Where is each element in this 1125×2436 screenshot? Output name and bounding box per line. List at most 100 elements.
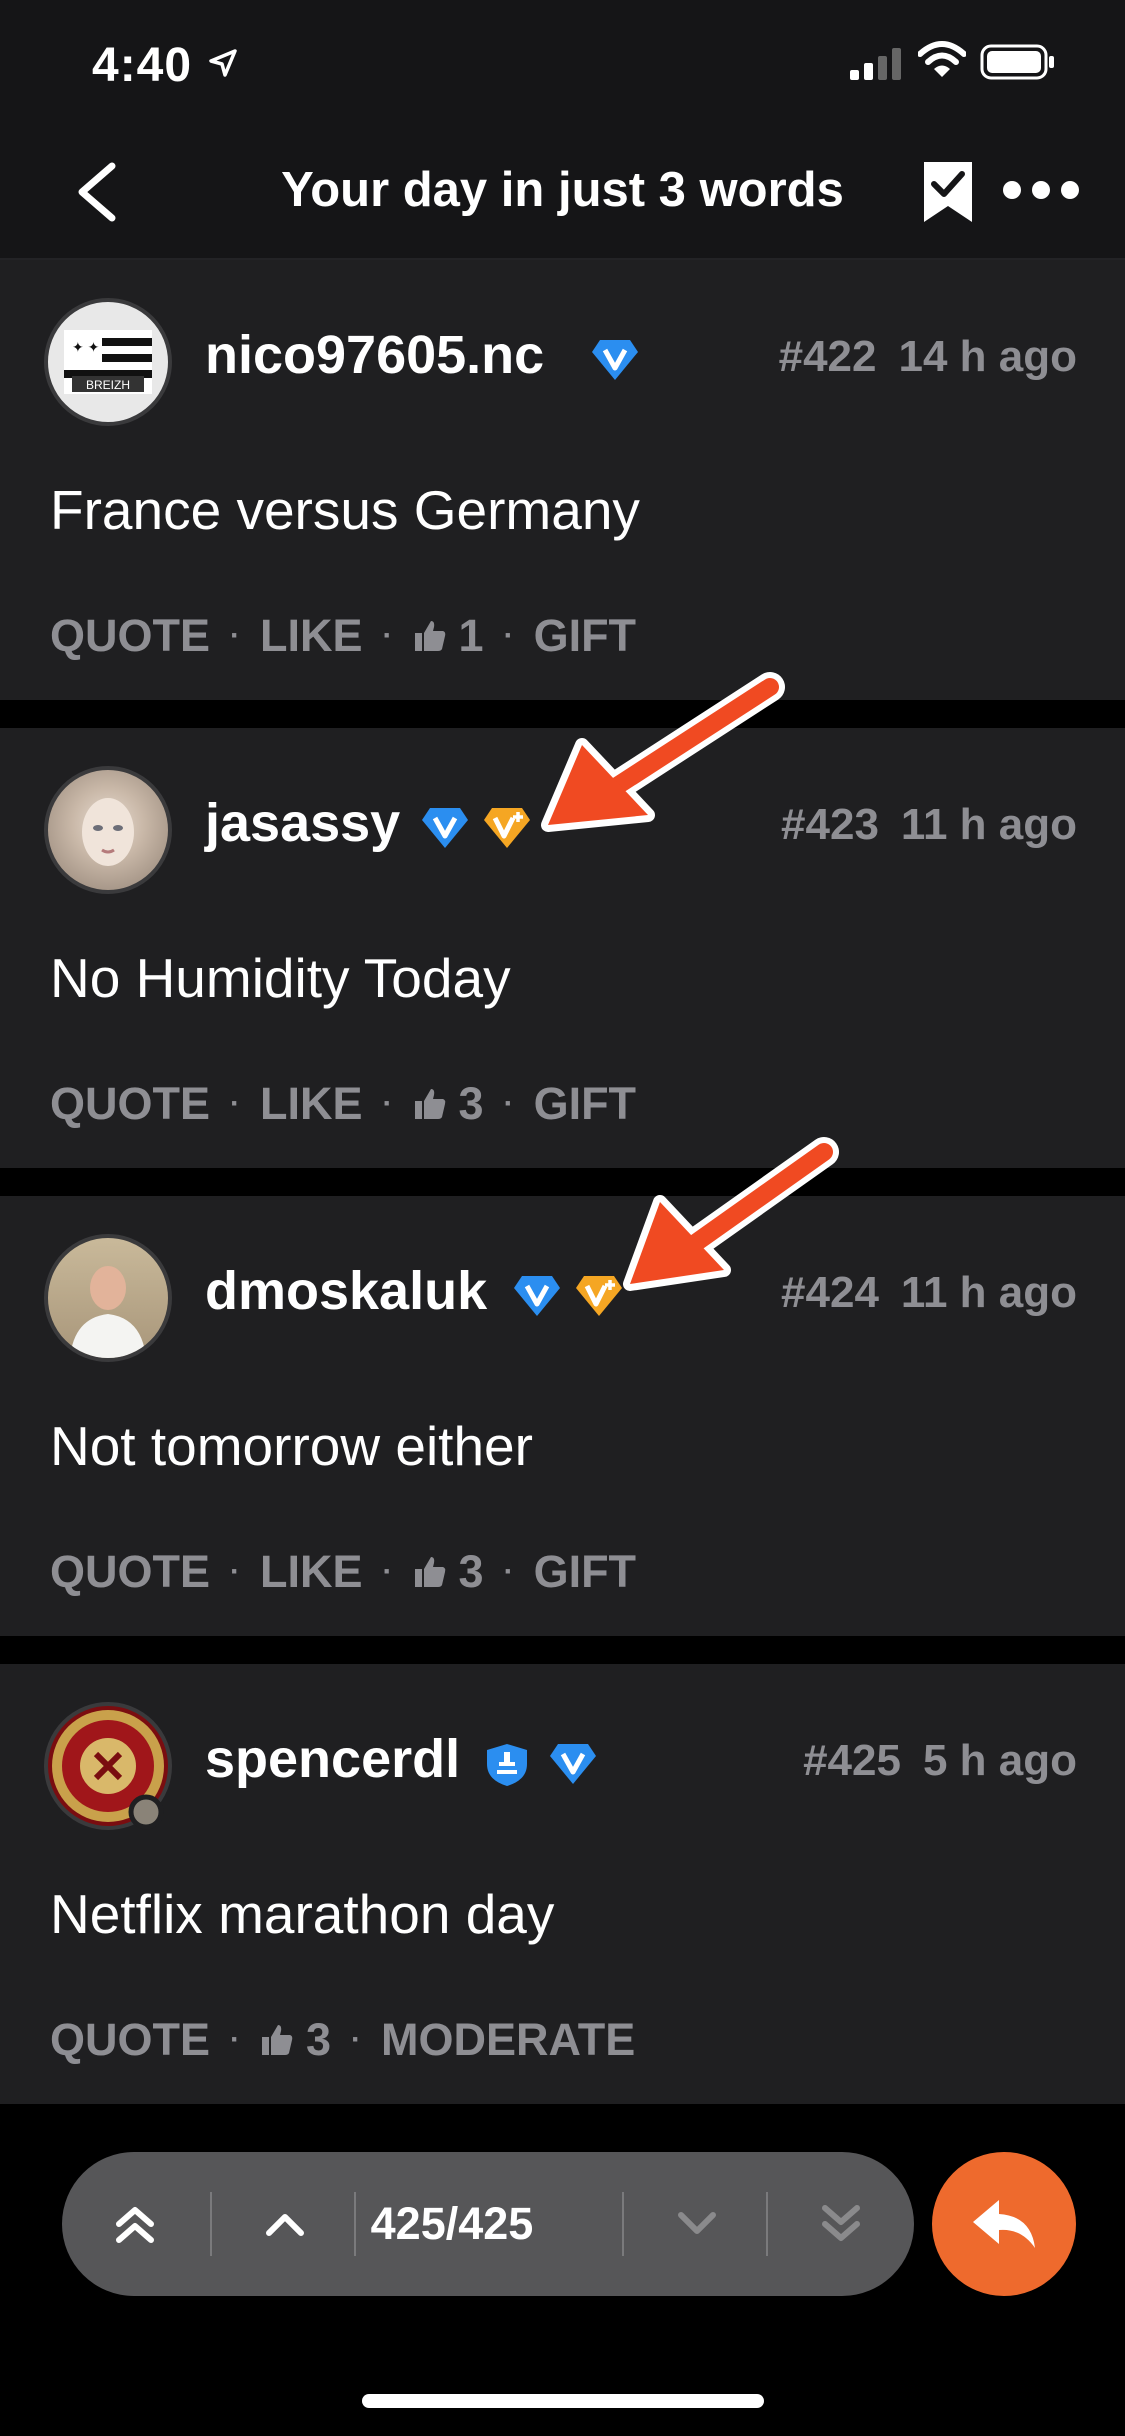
- thumbs-up-icon: [414, 1557, 445, 1587]
- post-content: Not tomorrow either: [50, 1415, 533, 1477]
- thumbs-up-icon: [414, 1089, 445, 1119]
- avatar[interactable]: ✦ ✦ BREIZH: [44, 298, 172, 426]
- separator-dot: ·: [351, 2023, 362, 2056]
- page-title: Your day in just 3 words: [281, 163, 844, 217]
- separator-dot: ·: [503, 619, 514, 652]
- post-meta: #425 5 h ago: [803, 1736, 1077, 1786]
- like-count[interactable]: 3: [413, 1546, 484, 1598]
- post-meta: #423 11 h ago: [781, 800, 1077, 850]
- post-pager: 425/425: [62, 2152, 914, 2296]
- gift-button[interactable]: GIFT: [534, 1546, 636, 1598]
- annotation-arrow-icon: [623, 1137, 839, 1291]
- annotation-arrow-icon: [541, 672, 785, 832]
- chevron-down-icon: [678, 2212, 716, 2234]
- reply-arrow-icon: [973, 2200, 1035, 2248]
- pager-divider: [622, 2192, 624, 2256]
- gift-button[interactable]: GIFT: [534, 1078, 636, 1130]
- online-status-dot-icon: [128, 1794, 164, 1830]
- previous-button[interactable]: [222, 2152, 348, 2296]
- post-time: 5 h ago: [922, 1736, 1077, 1785]
- verified-diamond-icon: [592, 340, 638, 380]
- chevron-up-icon: [266, 2214, 304, 2236]
- nav-bar: Your day in just 3 words: [0, 130, 1125, 260]
- verified-diamond-icon: [550, 1744, 596, 1784]
- next-button[interactable]: [634, 2152, 760, 2296]
- separator-dot: ·: [503, 1087, 514, 1120]
- post-number[interactable]: #425: [803, 1736, 901, 1785]
- username[interactable]: dmoskaluk: [205, 1260, 487, 1322]
- pager-divider: [210, 2192, 212, 2256]
- pager-divider: [766, 2192, 768, 2256]
- post-content: No Humidity Today: [50, 947, 511, 1009]
- like-count-value: 3: [306, 2014, 332, 2065]
- vip-plus-diamond-icon: [484, 808, 530, 848]
- svg-text:✦ ✦: ✦ ✦: [72, 339, 100, 355]
- separator-dot: ·: [382, 1087, 393, 1120]
- thumbs-up-icon: [262, 2025, 293, 2055]
- verified-diamond-icon: [514, 1276, 560, 1316]
- verified-diamond-icon: [422, 808, 468, 848]
- like-count-value: 1: [458, 610, 484, 661]
- username[interactable]: nico97605.nc: [205, 324, 544, 386]
- post-actions: QUOTE · 3 · MODERATE: [50, 2014, 635, 2066]
- separator-dot: ·: [230, 619, 241, 652]
- reply-button[interactable]: [932, 2152, 1076, 2296]
- quote-button[interactable]: QUOTE: [50, 610, 210, 662]
- more-icon[interactable]: [1002, 178, 1080, 202]
- moderate-button[interactable]: MODERATE: [381, 2014, 635, 2066]
- status-bar: 4:40: [0, 0, 1125, 130]
- battery-icon: [980, 44, 1054, 80]
- jump-last-button[interactable]: [778, 2152, 904, 2296]
- separator-dot: ·: [503, 1555, 514, 1588]
- bookmark-check-icon[interactable]: [922, 160, 974, 224]
- post-content: France versus Germany: [50, 479, 640, 541]
- like-button[interactable]: LIKE: [260, 1546, 363, 1598]
- post-card: spencerdl #425 5 h ago Netflix marathon d…: [0, 1664, 1125, 2104]
- thumbs-up-icon: [414, 621, 445, 651]
- location-arrow-icon: [209, 49, 237, 77]
- wifi-icon: [918, 41, 966, 77]
- double-chevron-up-icon: [116, 2207, 154, 2243]
- post-meta: #422 14 h ago: [779, 332, 1077, 382]
- double-chevron-down-icon: [822, 2205, 860, 2241]
- like-count[interactable]: 1: [413, 610, 484, 662]
- quote-button[interactable]: QUOTE: [50, 2014, 210, 2066]
- gift-button[interactable]: GIFT: [534, 610, 636, 662]
- separator-dot: ·: [382, 619, 393, 652]
- like-count-value: 3: [458, 1078, 484, 1129]
- back-chevron-icon[interactable]: [74, 160, 118, 224]
- post-card: ✦ ✦ BREIZH nico97605.nc #422 14 h ago Fra…: [0, 260, 1125, 700]
- breizh-flag-avatar-icon: ✦ ✦ BREIZH: [64, 330, 152, 394]
- post-actions: QUOTE · LIKE · 3 · GIFT: [50, 1078, 636, 1130]
- moderator-shield-icon: [487, 1744, 527, 1786]
- like-count[interactable]: 3: [413, 1078, 484, 1130]
- post-time: 11 h ago: [900, 800, 1077, 849]
- post-time: 11 h ago: [900, 1268, 1077, 1317]
- post-card: dmoskaluk #424 11 h ago Not tomorrow eith…: [0, 1196, 1125, 1636]
- quote-button[interactable]: QUOTE: [50, 1546, 210, 1598]
- quote-button[interactable]: QUOTE: [50, 1078, 210, 1130]
- avatar[interactable]: [44, 1234, 172, 1362]
- face-avatar-icon: [82, 798, 134, 866]
- person-avatar-icon: [70, 1266, 146, 1358]
- post-actions: QUOTE · LIKE · 3 · GIFT: [50, 1546, 636, 1598]
- post-time: 14 h ago: [898, 332, 1078, 381]
- status-time: 4:40: [92, 39, 193, 92]
- username[interactable]: jasassy: [205, 792, 400, 854]
- post-content: Netflix marathon day: [50, 1883, 555, 1945]
- like-count[interactable]: 3: [260, 2014, 331, 2066]
- separator-dot: ·: [230, 2023, 241, 2056]
- username[interactable]: spencerdl: [205, 1728, 460, 1790]
- like-count-value: 3: [458, 1546, 484, 1597]
- cellular-signal-icon: [850, 48, 901, 80]
- jump-first-button[interactable]: [72, 2152, 198, 2296]
- post-number[interactable]: #423: [781, 800, 879, 849]
- separator-dot: ·: [230, 1087, 241, 1120]
- separator-dot: ·: [230, 1555, 241, 1588]
- post-actions: QUOTE · LIKE · 1 · GIFT: [50, 610, 636, 662]
- post-number[interactable]: #422: [779, 332, 877, 381]
- like-button[interactable]: LIKE: [260, 1078, 363, 1130]
- home-indicator[interactable]: [362, 2394, 764, 2408]
- avatar[interactable]: [44, 766, 172, 894]
- like-button[interactable]: LIKE: [260, 610, 363, 662]
